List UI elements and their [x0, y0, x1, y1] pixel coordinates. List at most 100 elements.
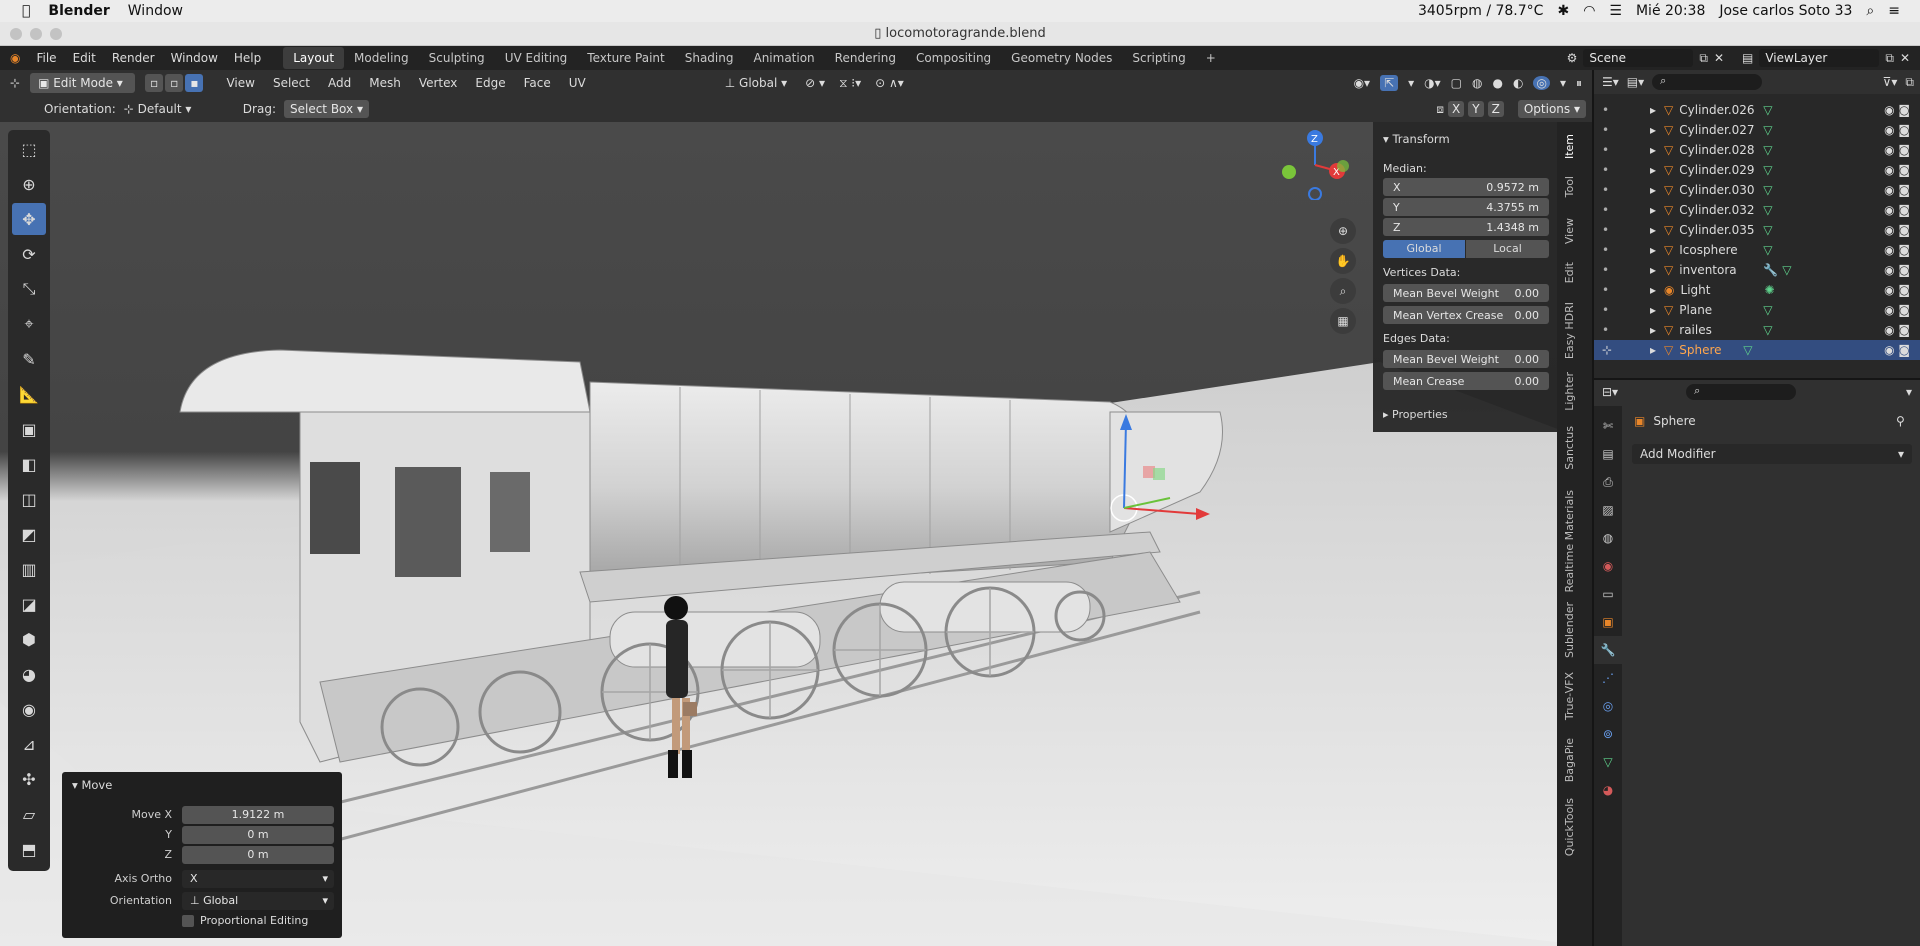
tab-tool[interactable]: Tool: [1563, 176, 1576, 197]
visibility-eye-icon[interactable]: ◉ ◙: [1884, 183, 1920, 197]
tab-true-vfx[interactable]: True-VFX: [1563, 672, 1576, 720]
visibility-eye-icon[interactable]: ◉ ◙: [1884, 103, 1920, 117]
visibility-eye-icon[interactable]: ◉ ◙: [1884, 343, 1920, 357]
proportional-editing-checkbox[interactable]: Proportional Editing: [182, 914, 308, 927]
menu-render[interactable]: Render: [104, 51, 163, 65]
new-collection-icon[interactable]: ⧉: [1905, 75, 1920, 90]
smooth-icon[interactable]: ◉: [12, 693, 46, 725]
editor-type-icon[interactable]: ⊹: [0, 76, 30, 90]
wireframe-shading-icon[interactable]: ◍: [1472, 76, 1482, 90]
constraints-tab-icon[interactable]: ⊚: [1594, 720, 1622, 748]
tab-realtime-materials[interactable]: Realtime Materials: [1563, 490, 1576, 592]
transform-icon[interactable]: ⌖: [12, 308, 46, 340]
local-toggle[interactable]: Local: [1466, 240, 1549, 258]
viewlayer-new-icon[interactable]: ⧉: [1885, 51, 1894, 66]
control-center-icon[interactable]: ☰: [1609, 3, 1622, 19]
mirror-y-toggle[interactable]: Y: [1468, 101, 1484, 117]
world-tab-icon[interactable]: ◉: [1594, 552, 1622, 580]
gizmo-dropdown-icon[interactable]: ▾: [1408, 76, 1414, 90]
outliner-row[interactable]: • ▸ ▽ inventora 🔧 ▽ ◉ ◙: [1594, 260, 1920, 280]
pan-hand-icon[interactable]: ✋: [1330, 248, 1356, 274]
tab-shading[interactable]: Shading: [675, 47, 744, 69]
face-select-icon[interactable]: ▪: [185, 74, 204, 92]
collection-tab-icon[interactable]: ▭: [1594, 580, 1622, 608]
edge-slide-icon[interactable]: ⊿: [12, 728, 46, 760]
menu-face[interactable]: Face: [515, 76, 560, 90]
scene-field[interactable]: Scene: [1583, 49, 1694, 67]
outliner-row[interactable]: • ▸ ▽ railes ▽ ◉ ◙: [1594, 320, 1920, 340]
select-box-icon[interactable]: ⬚: [12, 133, 46, 165]
pin-icon[interactable]: ⚲: [1896, 414, 1905, 428]
mirror-icon[interactable]: ⧈: [1436, 102, 1444, 117]
menu-edge[interactable]: Edge: [466, 76, 514, 90]
knife-icon[interactable]: ◪: [12, 588, 46, 620]
drag-select[interactable]: Select Box ▾: [283, 100, 369, 118]
user-name[interactable]: Jose carlos Soto 33: [1719, 3, 1852, 19]
scale-icon[interactable]: ⤡: [12, 273, 46, 305]
transform-header[interactable]: ▾ Transform: [1383, 132, 1450, 146]
menu-vertex[interactable]: Vertex: [410, 76, 467, 90]
tab-quicktools[interactable]: QuickTools: [1563, 798, 1576, 856]
camera-icon[interactable]: ⌕: [1330, 278, 1356, 304]
navigation-gizmo[interactable]: Z X: [1280, 130, 1350, 201]
visibility-icon[interactable]: ◉▾: [1354, 76, 1371, 90]
add-workspace-icon[interactable]: +: [1196, 47, 1226, 69]
filter-icon[interactable]: ⊽▾: [1883, 75, 1898, 89]
move-y-field[interactable]: 0 m: [182, 826, 334, 844]
menu-uv[interactable]: UV: [560, 76, 595, 90]
modifier-tab-icon[interactable]: 🔧: [1594, 636, 1622, 664]
apple-icon[interactable]: : [22, 3, 30, 19]
outliner-row[interactable]: • ▸ ▽ Cylinder.027 ▽ ◉ ◙: [1594, 120, 1920, 140]
outliner-display-icon[interactable]: ▤▾: [1627, 75, 1644, 89]
outliner-editor-icon[interactable]: ☰▾: [1602, 75, 1619, 89]
visibility-eye-icon[interactable]: ◉ ◙: [1884, 323, 1920, 337]
visibility-eye-icon[interactable]: ◉ ◙: [1884, 263, 1920, 277]
tab-bagapie[interactable]: BagaPie: [1563, 738, 1576, 782]
menu-extra-icon[interactable]: ≡: [1888, 3, 1900, 19]
visibility-eye-icon[interactable]: ◉ ◙: [1884, 243, 1920, 257]
visibility-eye-icon[interactable]: ◉ ◙: [1884, 123, 1920, 137]
tab-texture-paint[interactable]: Texture Paint: [577, 47, 674, 69]
tab-sculpting[interactable]: Sculpting: [419, 47, 495, 69]
visibility-eye-icon[interactable]: ◉ ◙: [1884, 283, 1920, 297]
extrude-icon[interactable]: ◧: [12, 448, 46, 480]
solid-shading-icon[interactable]: ●: [1493, 76, 1503, 90]
overlay-icon[interactable]: ◑▾: [1424, 76, 1441, 90]
tab-animation[interactable]: Animation: [743, 47, 824, 69]
add-cube-icon[interactable]: ▣: [12, 413, 46, 445]
vertex-select-icon[interactable]: ▫: [145, 74, 164, 92]
outliner-row-selected[interactable]: ⊹ ▸ ▽ Sphere ▽ ◉ ◙: [1594, 340, 1920, 360]
tab-view[interactable]: View: [1563, 218, 1576, 244]
move-z-field[interactable]: 0 m: [182, 846, 334, 864]
shading-dropdown-icon[interactable]: ▾: [1560, 76, 1566, 90]
transform-orientation-select[interactable]: ⊥ Global ▾: [725, 76, 787, 90]
menu-select[interactable]: Select: [264, 76, 319, 90]
tab-uv-editing[interactable]: UV Editing: [495, 47, 578, 69]
render-tab-icon[interactable]: ▤: [1594, 440, 1622, 468]
tab-lighter[interactable]: Lighter: [1563, 372, 1576, 411]
options-dropdown[interactable]: Options ▾: [1517, 100, 1586, 118]
loop-cut-icon[interactable]: ▥: [12, 553, 46, 585]
menu-window[interactable]: Window: [163, 51, 226, 65]
mean-vertex-crease-field[interactable]: Mean Vertex Crease 0.00: [1383, 306, 1549, 324]
visibility-eye-icon[interactable]: ◉ ◙: [1884, 143, 1920, 157]
visibility-eye-icon[interactable]: ◉ ◙: [1884, 203, 1920, 217]
viewlayer-close-icon[interactable]: ✕: [1900, 51, 1910, 65]
outliner-search-input[interactable]: ⌕: [1652, 74, 1763, 90]
mac-menu-window[interactable]: Window: [128, 3, 183, 19]
mean-crease-field[interactable]: Mean Crease 0.00: [1383, 372, 1549, 390]
mirror-z-toggle[interactable]: Z: [1487, 101, 1504, 117]
mean-bevel-weight-edge-field[interactable]: Mean Bevel Weight 0.00: [1383, 350, 1549, 368]
tab-layout[interactable]: Layout: [283, 47, 345, 69]
outliner-row[interactable]: • ▸ ▽ Cylinder.032 ▽ ◉ ◙: [1594, 200, 1920, 220]
data-tab-icon[interactable]: ▽: [1594, 748, 1622, 776]
material-shading-icon[interactable]: ◐: [1513, 76, 1523, 90]
menu-help[interactable]: Help: [226, 51, 269, 65]
datetime[interactable]: Mié 20:38: [1636, 3, 1705, 19]
rotate-icon[interactable]: ⟳: [12, 238, 46, 270]
poly-build-icon[interactable]: ⬢: [12, 623, 46, 655]
outliner-row[interactable]: • ▸ ▽ Cylinder.035 ▽ ◉ ◙: [1594, 220, 1920, 240]
inset-icon[interactable]: ◫: [12, 483, 46, 515]
zoom-icon[interactable]: ⊕: [1330, 218, 1356, 244]
move-panel-header[interactable]: ▾ Move: [72, 778, 112, 792]
